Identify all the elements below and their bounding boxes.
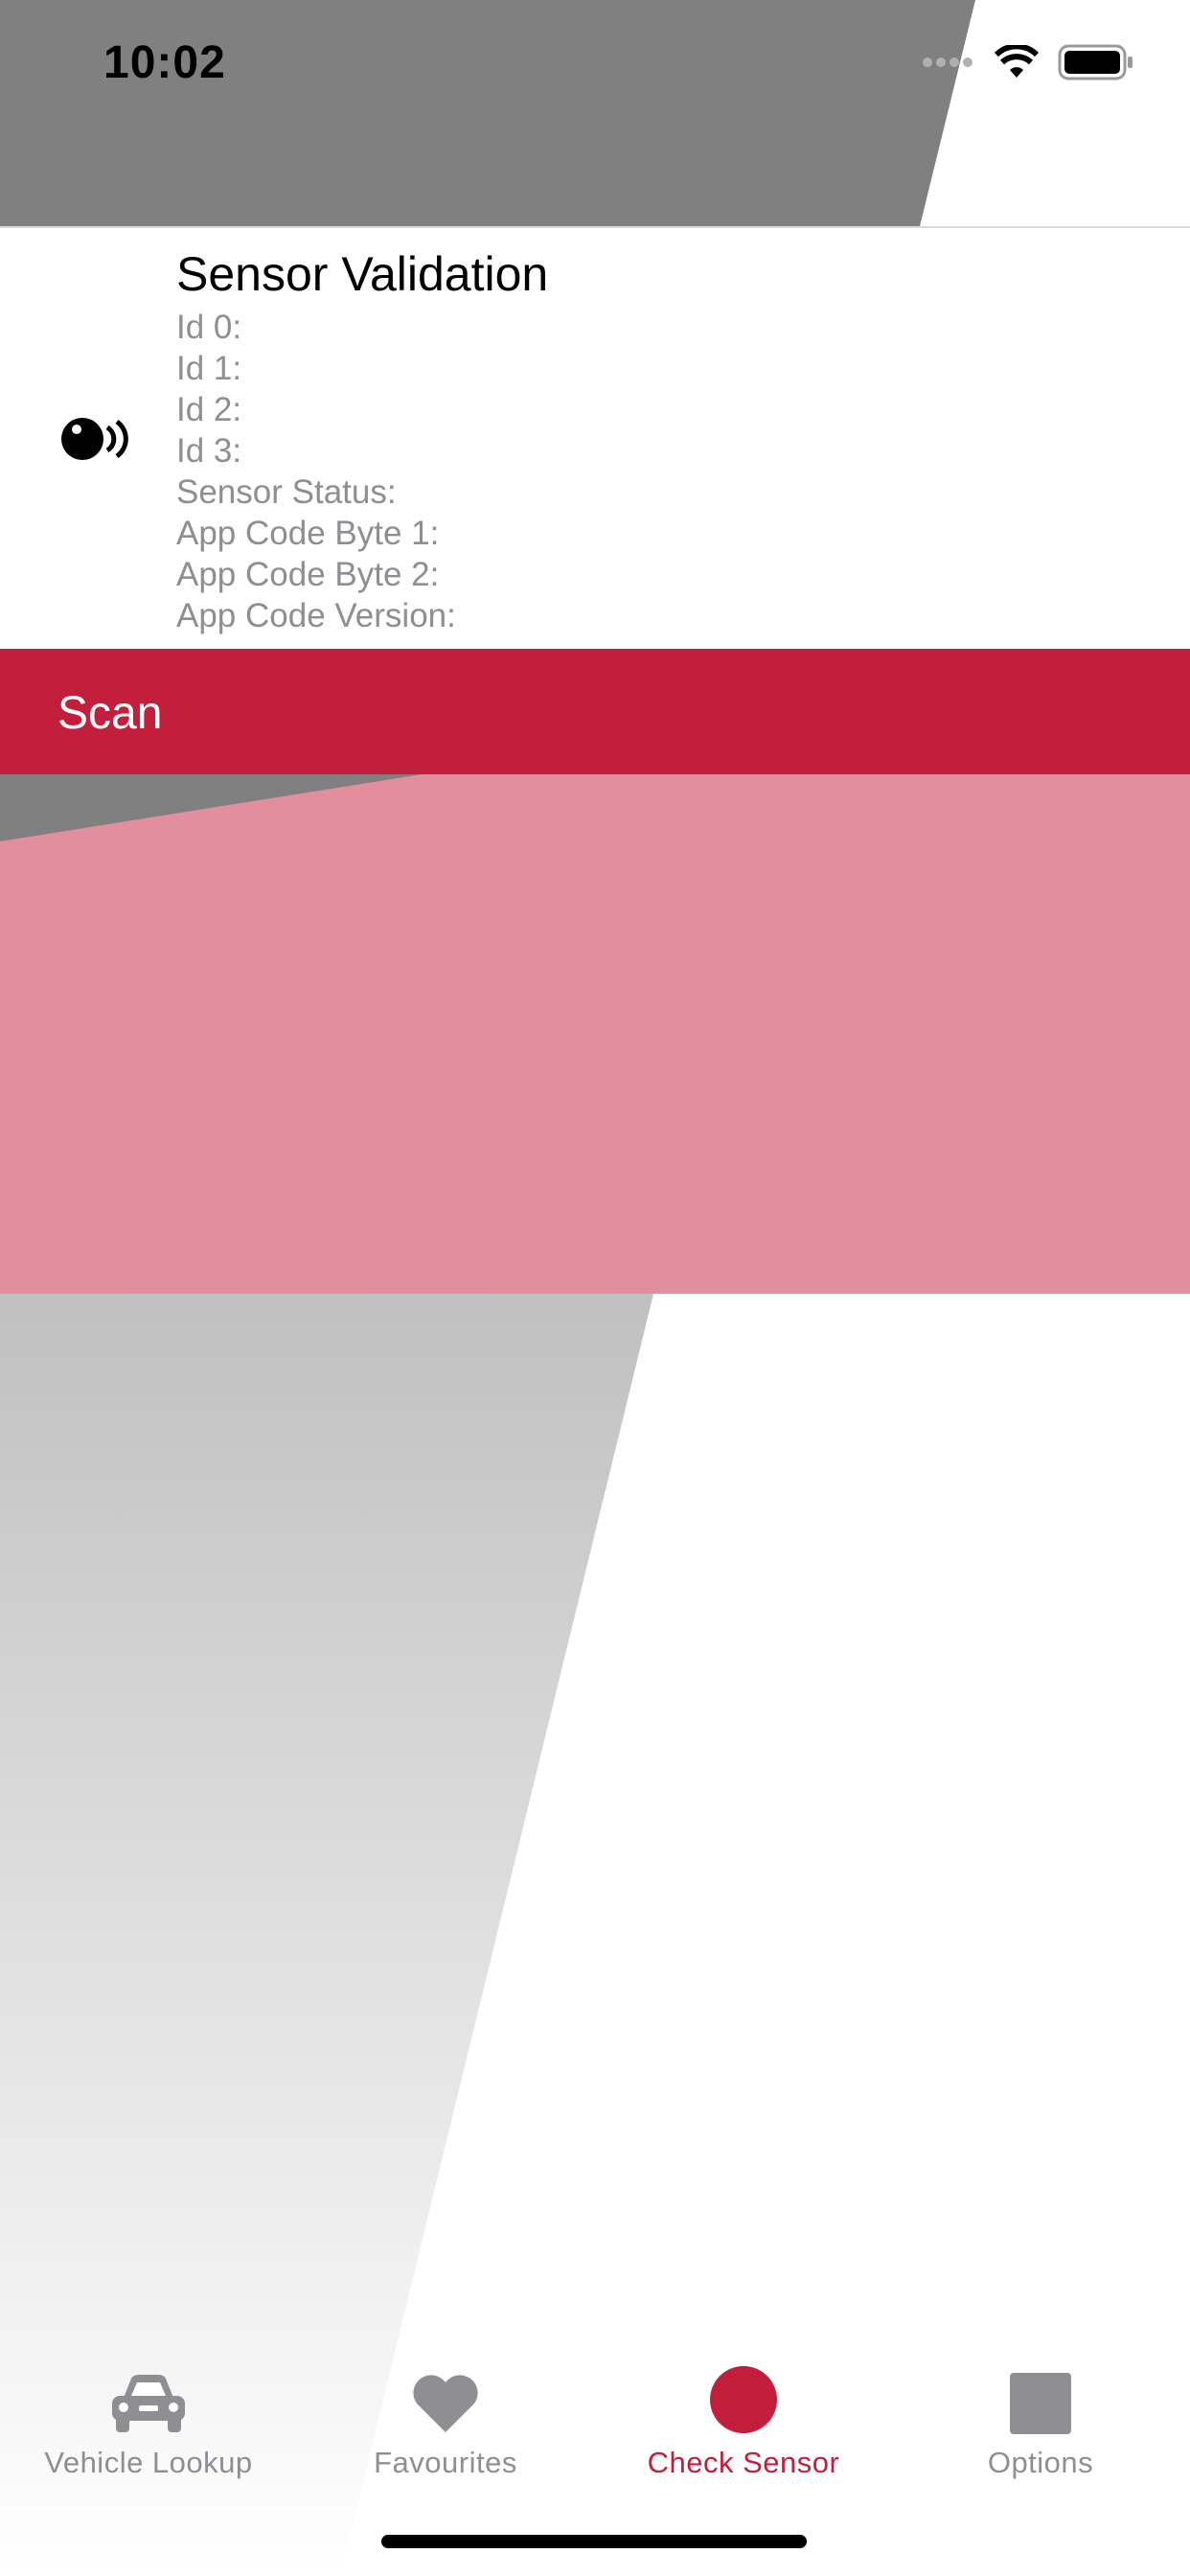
field-id-3: Id 3: bbox=[176, 432, 242, 470]
tab-check-sensor[interactable]: Check Sensor bbox=[595, 2338, 892, 2482]
field-id-0: Id 0: bbox=[176, 309, 242, 346]
sensor-dot-icon bbox=[710, 2366, 777, 2433]
header-grey-shape bbox=[0, 0, 975, 226]
pink-panel bbox=[0, 774, 1190, 1294]
status-time: 10:02 bbox=[103, 37, 226, 88]
square-icon bbox=[1010, 2373, 1071, 2434]
field-id-1: Id 1: bbox=[176, 350, 242, 387]
signal-icon bbox=[923, 58, 973, 67]
home-indicator bbox=[381, 2535, 807, 2548]
tab-options[interactable]: Options bbox=[892, 2338, 1189, 2482]
heart-icon bbox=[413, 2375, 478, 2432]
tab-label-options: Options bbox=[987, 2446, 1094, 2479]
battery-icon bbox=[1058, 44, 1133, 80]
card-title: Sensor Validation bbox=[176, 247, 549, 301]
status-icons bbox=[922, 44, 1134, 80]
field-sensor-status: Sensor Status: bbox=[176, 473, 397, 511]
field-app-code-byte-2: App Code Byte 2: bbox=[176, 556, 440, 593]
tab-label-check-sensor: Check Sensor bbox=[647, 2446, 840, 2479]
tab-vehicle-lookup[interactable]: Vehicle Lookup bbox=[0, 2338, 297, 2482]
scan-label: Scan bbox=[57, 688, 163, 739]
field-id-2: Id 2: bbox=[176, 391, 242, 428]
tab-bar: Vehicle Lookup Favourites Check Sensor O… bbox=[0, 2338, 1190, 2492]
field-app-code-byte-1: App Code Byte 1: bbox=[176, 515, 440, 552]
car-icon bbox=[112, 2375, 185, 2432]
wifi-icon bbox=[995, 45, 1039, 78]
tab-label-favourites: Favourites bbox=[374, 2446, 517, 2479]
tab-label-vehicle-lookup: Vehicle Lookup bbox=[44, 2446, 253, 2479]
field-app-code-version: App Code Version: bbox=[176, 597, 456, 634]
sensor-signal-icon bbox=[61, 418, 128, 460]
tab-favourites[interactable]: Favourites bbox=[297, 2338, 594, 2482]
scan-button[interactable]: Scan bbox=[0, 649, 1190, 774]
sensor-card-text: Sensor Validation Id 0: Id 1: Id 2: Id 3… bbox=[176, 243, 548, 636]
